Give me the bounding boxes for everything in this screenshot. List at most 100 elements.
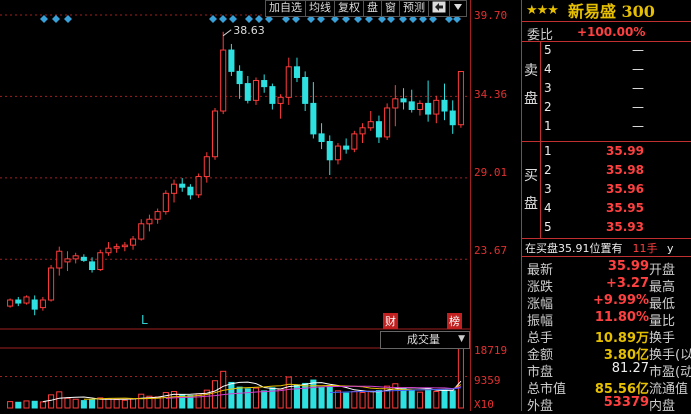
buy-side-text: 买盘 [524, 168, 538, 212]
volume-bar [416, 391, 423, 409]
finance-marker[interactable]: 财 [383, 313, 398, 329]
sell-level-price[interactable]: — [632, 81, 644, 95]
volume-tick: 9359 [474, 374, 501, 387]
volume-bar [39, 401, 46, 409]
candle-body [80, 256, 87, 261]
event-diamond-icon [245, 15, 253, 23]
event-diamond-icon [52, 15, 60, 23]
volume-bar [433, 391, 440, 409]
buy-level-price[interactable]: 35.95 [606, 201, 644, 215]
candle-body [293, 66, 301, 78]
volume-bar [113, 399, 120, 409]
window-button[interactable]: 窗 [382, 1, 400, 16]
candle-body [326, 140, 333, 161]
candle-body [211, 110, 219, 158]
volume-bar [15, 401, 22, 409]
candle-body [244, 83, 251, 101]
ma-line-button[interactable]: 均线 [306, 1, 335, 16]
candle-body [318, 133, 325, 142]
sell-side-text: 卖盘 [524, 63, 538, 107]
stat-label-right: 内盘 [649, 399, 676, 414]
stat-row: 金额 3.80亿 换手(以 [527, 344, 691, 363]
candle-body [162, 192, 169, 213]
candle-body [228, 49, 235, 72]
volume-bar [236, 386, 243, 409]
candle-body [334, 145, 341, 161]
buy-side-label: 买盘 [524, 162, 540, 218]
buy-level-price[interactable]: 35.93 [606, 220, 644, 234]
adjust-price-button[interactable]: 复权 [335, 1, 364, 16]
volume-bar [318, 386, 325, 409]
volume-bar [310, 379, 317, 409]
volume-bar [425, 387, 432, 409]
weibi-value: +100.00% [577, 25, 646, 39]
sell-level-price[interactable]: — [632, 100, 644, 114]
volume-bar [261, 390, 268, 409]
high-price-label: 38.63 [233, 24, 265, 37]
stat-value: 11.80% [594, 310, 649, 325]
volume-bar [334, 390, 341, 409]
event-diamond-icon [209, 15, 217, 23]
volume-bar [343, 392, 350, 409]
candle-body [31, 299, 38, 310]
volume-bar [23, 400, 30, 409]
candle-body [400, 98, 407, 103]
candle-body [302, 76, 309, 104]
stat-row: 总手 10.89万 换手 [527, 327, 691, 346]
candle-body [56, 250, 63, 269]
price-tick: 29.01 [474, 166, 508, 179]
candle-body [457, 71, 464, 126]
volume-bar [441, 389, 448, 409]
stat-value: 53379 [603, 395, 649, 410]
stat-row: 振幅 11.80% 量比 [527, 310, 691, 329]
buy-orderbook: 买盘 1 35.99 2 35.98 3 35.96 4 35.95 5 35.93 [522, 142, 691, 239]
volume-bar [31, 400, 38, 409]
arrow-left-icon [432, 1, 446, 13]
volume-bar [228, 381, 235, 409]
buy-level-price[interactable]: 35.98 [606, 163, 644, 177]
volume-bar [408, 389, 415, 409]
sell-level-price[interactable]: — [632, 43, 644, 57]
event-diamond-icon [229, 15, 237, 23]
candle-body [97, 252, 104, 271]
volume-indicator-label: 成交量 [407, 333, 440, 346]
buy-level-number: 5 [544, 220, 552, 234]
volume-bar [80, 400, 87, 409]
sell-level-price[interactable]: — [632, 62, 644, 76]
volume-indicator-select[interactable]: 成交量 ▼ [380, 331, 470, 349]
buy-level-number: 1 [544, 144, 552, 158]
stock-header: ★★★ 新易盛 300 [526, 0, 655, 22]
rank-marker[interactable]: 榜 [447, 313, 462, 329]
add-favorite-button[interactable]: 加自选 [266, 1, 306, 16]
triangle-down-icon [454, 4, 462, 10]
candle-body [130, 238, 137, 246]
orderbook-button[interactable]: 盘 [364, 1, 382, 16]
price-tick: 34.36 [474, 88, 508, 101]
candle-body [359, 127, 366, 135]
sell-level-price[interactable]: — [632, 119, 644, 133]
dropdown-triangle-icon[interactable] [450, 1, 466, 16]
sell-level-number: 2 [544, 100, 552, 114]
stat-row: 最新 35.99 开盘 [527, 259, 691, 278]
stat-row: 总市值 85.56亿 流通值 [527, 378, 691, 397]
volume-bar [48, 394, 55, 409]
candle-body [72, 255, 79, 260]
volume-tick: 18719 [474, 344, 508, 357]
buy-level-number: 3 [544, 182, 552, 196]
candle-body [269, 86, 276, 104]
stock-name[interactable]: 新易盛 300 [568, 0, 655, 22]
candle-body [220, 49, 227, 112]
volume-bar [351, 391, 358, 409]
price-axis: 39.70 34.36 29.01 23.67 18719 9359 X10 [471, 0, 521, 411]
chart-canvas[interactable]: 38.63 [0, 0, 471, 411]
buy-level-price[interactable]: 35.96 [606, 182, 644, 196]
candle-body [408, 101, 415, 110]
kline-chart[interactable]: 38.63 加自选 均线 复权 盘 窗 预测 L 财 榜 成交量 ▼ [0, 0, 471, 411]
arrow-left-box-icon[interactable] [429, 1, 450, 16]
sell-level-number: 3 [544, 81, 552, 95]
stat-value: +3.27 [606, 276, 649, 291]
candle-body [252, 80, 260, 101]
buy-level-price[interactable]: 35.99 [606, 144, 644, 158]
forecast-button[interactable]: 预测 [400, 1, 429, 16]
candle-body [170, 183, 178, 194]
